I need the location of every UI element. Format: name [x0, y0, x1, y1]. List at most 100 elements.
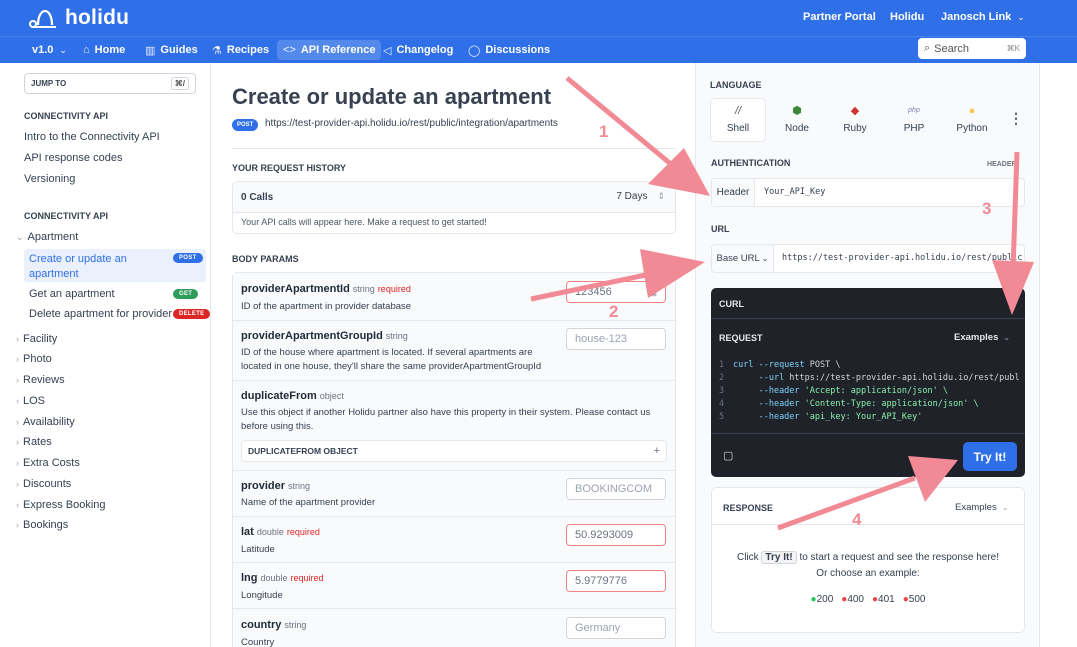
sidebar-item-get-apartment[interactable]: Get an apartment [29, 288, 115, 300]
sidebar-folder-discounts[interactable]: › Discounts [16, 478, 71, 490]
sidebar-folder-extra-costs[interactable]: › Extra Costs [16, 457, 80, 469]
sidebar-item-delete-apartment[interactable]: Delete apartment for provider [29, 308, 172, 320]
sidebar-folder-label: Reviews [23, 374, 65, 386]
lang-ruby[interactable]: ◆ Ruby [826, 105, 884, 143]
param-name: providerApartmentId string required [241, 283, 411, 295]
lang-python[interactable]: ● Python [943, 105, 1001, 143]
history-header [233, 182, 675, 213]
copy-icon[interactable]: ▢ [723, 449, 733, 462]
chevron-right-icon: › [16, 334, 19, 344]
base-url-select[interactable]: Base URL ⌄ [712, 245, 774, 272]
endpoint-url: https://test-provider-api.holidu.io/rest… [265, 118, 558, 129]
chevron-updown-icon: ⇕ [657, 191, 665, 201]
country-input[interactable]: Germany [566, 617, 666, 639]
sidebar-folder-facility[interactable]: › Facility [16, 333, 57, 345]
api-key-input[interactable]: Your_API_Key [764, 187, 825, 197]
user-name: Janosch Link [941, 11, 1012, 23]
org-link[interactable]: Holidu [890, 11, 924, 23]
sidebar-folder-reviews[interactable]: › Reviews [16, 374, 65, 386]
sidebar-folder-los[interactable]: › LOS [16, 395, 45, 407]
request-examples-select[interactable]: Examples ⌄ [954, 332, 1010, 343]
sidebar-section-heading: CONNECTIVITY API [24, 211, 109, 221]
duplicatefrom-expander[interactable]: DUPLICATEFROM OBJECT + [241, 440, 667, 462]
search-input[interactable]: ⌕ Search ⌘K [918, 38, 1026, 59]
history-range-select[interactable]: 7 Days ⇕ [616, 191, 665, 202]
nav-guides[interactable]: ▥ Guides [139, 40, 204, 60]
code-line: 5 --header 'api_key: Your_API_Key' [719, 412, 923, 422]
jump-to-input[interactable]: JUMP TO ⌘/ [24, 73, 196, 94]
more-options-icon[interactable]: ⋮ [1009, 110, 1023, 127]
auth-header-label: Header [712, 179, 755, 206]
sidebar-folder-express-booking[interactable]: › Express Booking [16, 499, 106, 511]
nav-api-reference-label: API Reference [300, 44, 376, 56]
lang-shell[interactable]: // Shell [709, 105, 767, 143]
sidebar-item-response-codes[interactable]: API response codes [24, 152, 122, 164]
param-name: lat double required [241, 526, 320, 538]
holidu-logo[interactable]: holidu [28, 5, 129, 31]
sidebar-folder-apartment[interactable]: ⌄ Apartment [16, 231, 78, 243]
user-menu[interactable]: Janosch Link ⌄ [941, 11, 1025, 23]
response-heading: RESPONSE [723, 503, 774, 513]
request-label: REQUEST [719, 333, 763, 343]
version-select[interactable]: v1.0 ⌄ [26, 40, 73, 60]
hint-text: to start a request and see the response … [799, 552, 1000, 563]
param-row: provider string Name of the apartment pro… [233, 471, 675, 517]
method-badge: POST [232, 119, 259, 131]
param-description: Use this object if another Holidu partne… [241, 407, 651, 432]
ruby-icon: ◆ [850, 105, 860, 117]
provider-apartment-id-input[interactable]: 123456 ▣ [566, 281, 666, 303]
param-row: country string Country Germany [233, 609, 675, 647]
nav-changelog[interactable]: ◁ Changelog [377, 40, 459, 60]
sidebar-item-create-apartment[interactable]: Create or update an apartment [29, 252, 127, 282]
sidebar-item-label: apartment [29, 268, 79, 280]
sidebar-folder-label: Bookings [23, 519, 69, 531]
nav-home[interactable]: ⌂ Home [77, 40, 131, 60]
base-url-value[interactable]: https://test-provider-api.holidu.io/rest… [782, 253, 1023, 263]
lang-label: Node [785, 123, 809, 134]
try-it-button[interactable]: Try It! [963, 442, 1017, 471]
lat-input[interactable]: 50.9293009 [566, 524, 666, 546]
param-row: duplicateFrom object Use this object if a… [233, 381, 675, 471]
get-badge: GET [173, 289, 199, 299]
examples-label: Examples [955, 502, 997, 513]
node-icon: ⬢ [792, 105, 802, 117]
provider-input[interactable]: BOOKINGCOM [566, 478, 666, 500]
example-code-200[interactable]: ●200 [811, 594, 834, 605]
chevron-right-icon: › [16, 520, 19, 530]
chevron-down-icon: ⌄ [16, 232, 24, 242]
response-examples-select[interactable]: Examples ⌄ [955, 502, 1008, 513]
sidebar-folder-bookings[interactable]: › Bookings [16, 519, 68, 531]
authentication-heading: AUTHENTICATION [711, 158, 791, 168]
chevron-right-icon: › [16, 417, 19, 427]
sidebar-folder-label: Discounts [23, 478, 72, 490]
example-code-401[interactable]: ●401 [872, 594, 895, 605]
sidebar-item-intro[interactable]: Intro to the Connectivity API [24, 131, 160, 143]
inline-try-it-button[interactable]: Try It! [761, 551, 797, 564]
partner-portal-link[interactable]: Partner Portal [803, 11, 876, 23]
examples-label: Examples [954, 332, 999, 343]
divider [232, 148, 676, 149]
sidebar-folder-rates[interactable]: › Rates [16, 436, 52, 448]
sidebar-folder-availability[interactable]: › Availability [16, 416, 75, 428]
provider-apartment-group-id-input[interactable]: house-123 [566, 328, 666, 350]
nav-recipes[interactable]: ⚗ Recipes [206, 40, 275, 60]
sidebar-folder-label: Extra Costs [23, 457, 80, 469]
lng-input[interactable]: 5.9779776 [566, 570, 666, 592]
example-code-400[interactable]: ●400 [841, 594, 864, 605]
lang-php[interactable]: php PHP [885, 105, 943, 143]
nav-discussions[interactable]: ◯ Discussions [462, 40, 556, 60]
lang-node[interactable]: ⬢ Node [768, 105, 826, 143]
example-code-500[interactable]: ●500 [903, 594, 926, 605]
code-line: 3 --header 'Accept: application/json' \ [719, 386, 948, 396]
sidebar-item-versioning[interactable]: Versioning [24, 173, 75, 185]
annotation-number-1: 1 [599, 122, 609, 141]
history-empty-text: Your API calls will appear here. Make a … [241, 217, 487, 227]
jump-to-shortcut: ⌘/ [170, 77, 189, 90]
sidebar-folder-photo[interactable]: › Photo [16, 353, 52, 365]
param-name: lng double required [241, 572, 324, 584]
sidebar-item-label: Create or update an [29, 253, 127, 265]
nav-api-reference[interactable]: <> API Reference [277, 40, 382, 60]
chevron-right-icon: › [16, 354, 19, 364]
search-icon: ⌕ [924, 42, 931, 54]
code-icon: <> [283, 44, 296, 56]
